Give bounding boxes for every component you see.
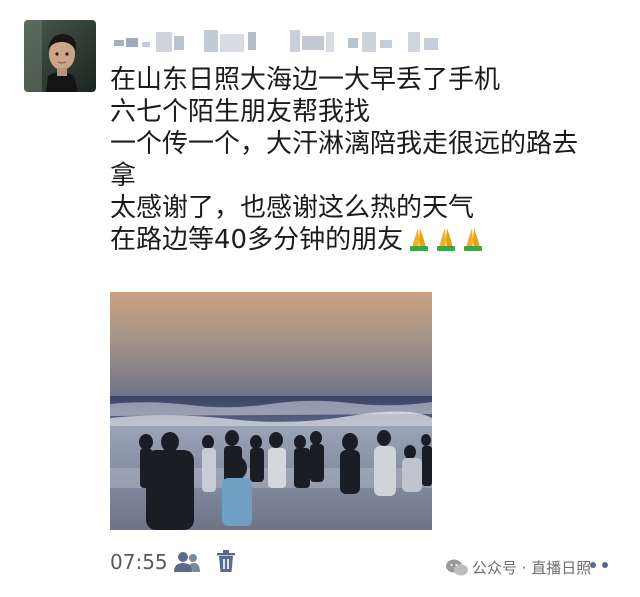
post-line-2: 六七个陌生朋友帮我找	[110, 97, 371, 127]
trash-icon[interactable]	[216, 549, 236, 573]
watermark: 公众号 · 直播日照	[446, 556, 591, 580]
post-line-5: 太感谢了，也感谢这么热的天气	[110, 193, 475, 223]
post-photo[interactable]	[110, 292, 432, 530]
folded-hands-emoji-icon	[410, 228, 483, 251]
post-time: 07:55	[110, 550, 168, 574]
post-text: 在山东日照大海边一大早丢了手机 六七个陌生朋友帮我找 一个传一个，大汗淋漓陪我走…	[110, 64, 620, 256]
post-line-1: 在山东日照大海边一大早丢了手机	[110, 65, 501, 95]
post-line-6: 在路边等40多分钟的朋友	[110, 225, 404, 255]
avatar-image	[24, 20, 96, 92]
wechat-logo-icon	[446, 559, 468, 576]
people-icon[interactable]	[174, 550, 200, 574]
more-dots-icon[interactable]	[582, 556, 616, 574]
post-line-4: 拿	[110, 161, 137, 191]
beach-photo-image	[110, 292, 432, 530]
watermark-text: 公众号 · 直播日照	[472, 559, 592, 577]
post-line-3: 一个传一个，大汗淋漓陪我走很远的路去	[110, 129, 579, 159]
blurred-nickname[interactable]	[112, 26, 442, 56]
avatar[interactable]	[24, 20, 96, 92]
post-line-6-wrap: 在路边等40多分钟的朋友	[110, 224, 620, 256]
